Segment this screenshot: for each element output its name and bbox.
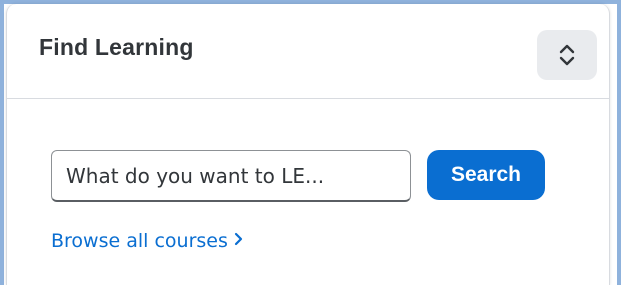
expand-collapse-icon <box>559 44 575 66</box>
search-button[interactable]: Search <box>427 150 545 200</box>
chevron-right-icon <box>234 229 243 251</box>
expand-collapse-button[interactable] <box>537 30 597 80</box>
browse-all-courses-link[interactable]: Browse all courses <box>51 230 243 253</box>
find-learning-card: Find Learning Search Browse all courses <box>6 4 610 285</box>
search-input[interactable] <box>51 150 411 202</box>
browse-link-label: Browse all courses <box>51 230 228 252</box>
card-title: Find Learning <box>39 34 194 60</box>
card-header: Find Learning <box>7 4 609 99</box>
